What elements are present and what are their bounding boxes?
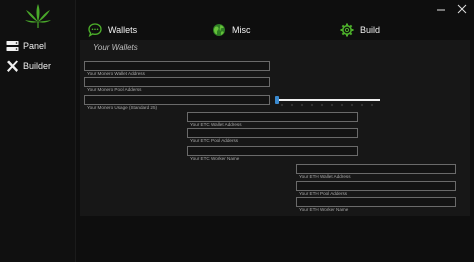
minimize-icon — [437, 9, 445, 11]
monero-wallet-field[interactable] — [84, 61, 270, 78]
slider-thumb[interactable] — [275, 96, 279, 104]
etc-wallet-field[interactable] — [187, 112, 358, 129]
tab-bar: Wallets Misc Build — [76, 18, 474, 42]
sidebar-item-label: Builder — [23, 61, 52, 71]
monero-usage-slider[interactable] — [274, 94, 380, 108]
monero-usage-field[interactable] — [84, 95, 270, 112]
tab-build[interactable]: Build — [340, 21, 380, 39]
cannabis-leaf-logo — [25, 4, 51, 28]
eth-wallet-field[interactable] — [296, 164, 456, 181]
close-icon — [457, 4, 467, 14]
etc-worker-input[interactable] — [188, 154, 357, 163]
monero-pool-field[interactable] — [84, 77, 270, 94]
monero-usage-input[interactable] — [85, 103, 269, 112]
wrench-icon — [7, 60, 18, 72]
eth-worker-input[interactable] — [297, 205, 455, 214]
etc-pool-field[interactable] — [187, 128, 358, 145]
slider-rail — [277, 99, 380, 101]
eth-worker-field[interactable] — [296, 197, 456, 214]
section-title: Your Wallets — [93, 43, 138, 52]
panel-icon — [6, 40, 19, 51]
sidebar-item-label: Panel — [23, 41, 47, 51]
etc-pool-input[interactable] — [188, 136, 357, 145]
etc-worker-field[interactable] — [187, 146, 358, 163]
gear-icon — [340, 23, 354, 37]
tab-misc[interactable]: Misc — [212, 21, 251, 39]
slider-ticks — [277, 104, 377, 106]
sidebar: Panel Builder — [0, 0, 76, 262]
close-button[interactable] — [456, 2, 468, 14]
minimize-button[interactable] — [435, 2, 447, 14]
tab-label: Misc — [232, 25, 251, 35]
eth-pool-field[interactable] — [296, 181, 456, 198]
monero-pool-input[interactable] — [85, 85, 269, 94]
tab-wallets[interactable]: Wallets — [88, 21, 137, 39]
tab-label: Wallets — [108, 25, 138, 35]
globe-icon — [213, 24, 225, 36]
tab-label: Build — [360, 25, 381, 35]
window-controls — [435, 2, 468, 14]
eth-wallet-input[interactable] — [297, 172, 455, 181]
chat-icon — [88, 23, 102, 37]
sidebar-item-panel[interactable]: Panel — [0, 37, 76, 55]
sidebar-item-builder[interactable]: Builder — [0, 57, 76, 75]
